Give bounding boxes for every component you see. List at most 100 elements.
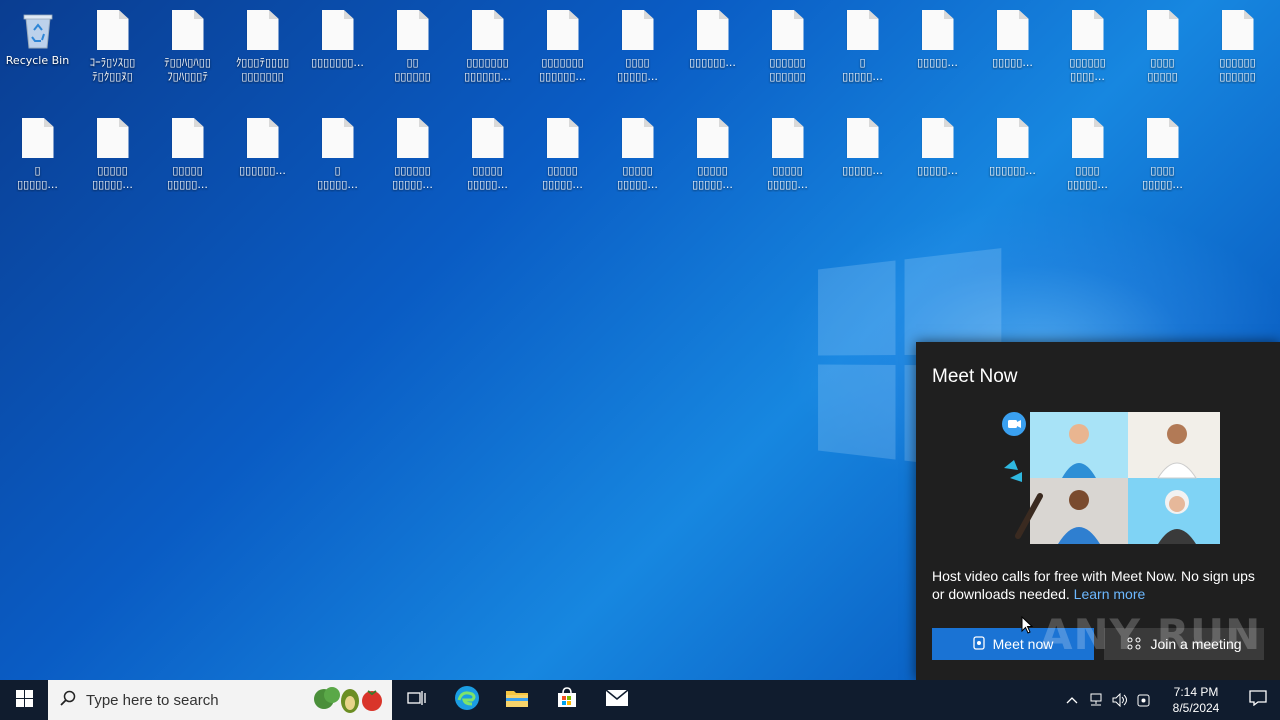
- taskbar-explorer-button[interactable]: [492, 680, 542, 720]
- desktop-file-icon[interactable]: ▯▯▯▯▯▯...: [675, 0, 750, 105]
- document-icon: [996, 10, 1029, 50]
- taskbar-store-button[interactable]: [542, 680, 592, 720]
- document-icon: [846, 118, 879, 158]
- document-icon: [771, 118, 804, 158]
- document-icon: [471, 10, 504, 50]
- desktop-file-icon[interactable]: ｺｰﾗ▯ｿｽ▯▯ ﾃ▯ｸ▯▯ﾇ▯: [75, 0, 150, 105]
- recycle-bin-icon[interactable]: Recycle Bin: [0, 0, 75, 105]
- desktop-file-icon[interactable]: ▯▯▯▯▯▯ ▯▯▯▯▯▯: [1200, 0, 1275, 105]
- desktop-file-icon[interactable]: ▯▯▯▯▯▯▯ ▯▯▯▯▯▯...: [450, 0, 525, 105]
- desktop-file-icon[interactable]: ▯▯▯▯▯▯▯...: [300, 0, 375, 105]
- document-icon: [696, 10, 729, 50]
- desktop-file-label: ▯▯ ▯▯▯▯▯▯: [394, 56, 431, 83]
- desktop-file-label: ▯▯▯▯▯▯ ▯▯▯▯...: [1069, 56, 1106, 83]
- desktop-file-label: ▯▯▯▯ ▯▯▯▯▯...: [1067, 164, 1108, 191]
- desktop-file-icon[interactable]: ▯▯▯▯▯▯ ▯▯▯▯...: [1050, 0, 1125, 105]
- desktop-file-label: ▯ ▯▯▯▯▯...: [17, 164, 58, 191]
- desktop-file-icon[interactable]: ▯ ▯▯▯▯▯...: [825, 0, 900, 105]
- document-icon: [396, 10, 429, 50]
- taskbar-mail-button[interactable]: [592, 680, 642, 720]
- desktop-file-icon[interactable]: ▯▯▯▯▯▯▯ ▯▯▯▯▯▯...: [525, 0, 600, 105]
- desktop-file-icon[interactable]: ▯ ▯▯▯▯▯...: [0, 108, 75, 213]
- desktop-file-icon[interactable]: ▯▯▯▯▯...: [825, 108, 900, 213]
- notification-icon: [1249, 690, 1267, 710]
- desktop-file-icon[interactable]: ▯▯▯▯ ▯▯▯▯▯...: [600, 0, 675, 105]
- desktop-file-icon[interactable]: ▯▯▯▯ ▯▯▯▯▯...: [1125, 108, 1200, 213]
- desktop-file-icon[interactable]: ▯▯▯▯▯ ▯▯▯▯▯...: [600, 108, 675, 213]
- desktop-file-icon[interactable]: ▯▯▯▯▯▯...: [975, 108, 1050, 213]
- desktop-file-icon[interactable]: ﾃ▯▯ﾊ▯ﾊ▯▯ ﾌ▯ﾊ▯▯▯ﾃ: [150, 0, 225, 105]
- desktop-file-label: ▯▯▯▯▯ ▯▯▯▯▯...: [767, 164, 808, 191]
- network-icon[interactable]: [1084, 680, 1108, 720]
- taskbar-clock[interactable]: 7:14 PM 8/5/2024: [1156, 684, 1236, 716]
- meet-now-button[interactable]: Meet now: [932, 628, 1094, 660]
- document-icon: [1146, 10, 1179, 50]
- learn-more-link[interactable]: Learn more: [1074, 586, 1146, 602]
- desktop-file-label: ▯▯▯▯▯...: [917, 164, 958, 177]
- desktop-file-label: ▯▯▯▯ ▯▯▯▯▯: [1147, 56, 1178, 83]
- desktop-file-icon[interactable]: ｸ▯▯▯ﾃ▯▯▯▯ ▯▯▯▯▯▯▯: [225, 0, 300, 105]
- join-meeting-button[interactable]: Join a meeting: [1104, 628, 1264, 660]
- desktop-file-icon[interactable]: ▯▯▯▯ ▯▯▯▯▯...: [1050, 108, 1125, 213]
- desktop-file-icon[interactable]: ▯▯▯▯▯ ▯▯▯▯▯...: [675, 108, 750, 213]
- desktop-file-label: ▯▯▯▯▯▯▯ ▯▯▯▯▯▯...: [539, 56, 586, 83]
- desktop-file-label: ▯▯▯▯▯ ▯▯▯▯▯...: [617, 164, 658, 191]
- join-meeting-button-label: Join a meeting: [1150, 636, 1242, 652]
- desktop-file-label: ▯▯▯▯▯...: [992, 56, 1033, 69]
- document-icon: [96, 118, 129, 158]
- desktop-file-label: ▯ ▯▯▯▯▯...: [842, 56, 883, 83]
- action-center-button[interactable]: [1236, 680, 1280, 720]
- taskbar-edge-button[interactable]: [442, 680, 492, 720]
- document-icon: [396, 118, 429, 158]
- document-icon: [696, 118, 729, 158]
- desktop-file-label: ｸ▯▯▯ﾃ▯▯▯▯ ▯▯▯▯▯▯▯: [235, 56, 290, 83]
- desktop-file-icon[interactable]: ▯▯▯▯▯ ▯▯▯▯▯...: [750, 108, 825, 213]
- desktop-file-label: ▯▯▯▯▯...: [917, 56, 958, 69]
- windows-logo-icon: [15, 689, 33, 711]
- clock-time: 7:14 PM: [1173, 685, 1219, 699]
- document-icon: [546, 118, 579, 158]
- document-icon: [96, 10, 129, 50]
- search-icon: [60, 690, 76, 710]
- task-view-button[interactable]: [392, 680, 442, 720]
- desktop-file-icon[interactable]: ▯▯▯▯▯ ▯▯▯▯▯...: [75, 108, 150, 213]
- desktop-file-label: ▯▯▯▯ ▯▯▯▯▯...: [617, 56, 658, 83]
- chevron-up-icon[interactable]: [1060, 680, 1084, 720]
- desktop-file-icon[interactable]: ▯▯▯▯▯▯ ▯▯▯▯▯▯: [750, 0, 825, 105]
- document-icon: [621, 118, 654, 158]
- desktop-file-icon[interactable]: ▯▯▯▯▯...: [900, 0, 975, 105]
- document-icon: [921, 10, 954, 50]
- meet-now-tray-icon[interactable]: [1132, 680, 1156, 720]
- desktop-file-label: ｺｰﾗ▯ｿｽ▯▯ ﾃ▯ｸ▯▯ﾇ▯: [89, 56, 136, 83]
- edge-icon: [454, 685, 480, 715]
- task-view-icon: [407, 689, 427, 711]
- desktop-file-icon[interactable]: ▯▯▯▯▯▯...: [225, 108, 300, 213]
- desktop-file-icon[interactable]: ▯▯▯▯▯ ▯▯▯▯▯...: [150, 108, 225, 213]
- desktop-file-icon[interactable]: ▯ ▯▯▯▯▯...: [300, 108, 375, 213]
- document-icon: [171, 118, 204, 158]
- document-icon: [1071, 10, 1104, 50]
- document-icon: [621, 10, 654, 50]
- desktop-file-label: ▯ ▯▯▯▯▯...: [317, 164, 358, 191]
- desktop-file-icon[interactable]: ▯▯▯▯▯...: [975, 0, 1050, 105]
- desktop-file-icon[interactable]: ▯▯▯▯▯ ▯▯▯▯▯...: [525, 108, 600, 213]
- desktop-file-label: ▯▯▯▯▯▯ ▯▯▯▯▯▯: [769, 56, 806, 83]
- desktop-file-label: ▯▯▯▯▯▯...: [239, 164, 286, 177]
- desktop-file-icon[interactable]: ▯▯ ▯▯▯▯▯▯: [375, 0, 450, 105]
- search-highlight-icon: [312, 685, 386, 715]
- search-placeholder: Type here to search: [86, 691, 219, 709]
- desktop-file-icon[interactable]: ▯▯▯▯▯ ▯▯▯▯▯...: [450, 108, 525, 213]
- taskbar-search-box[interactable]: Type here to search: [48, 680, 392, 720]
- meet-now-flyout: Meet Now Host video calls for free with …: [916, 342, 1280, 680]
- volume-icon[interactable]: [1108, 680, 1132, 720]
- document-icon: [321, 118, 354, 158]
- mail-icon: [605, 689, 629, 711]
- desktop-file-icon[interactable]: ▯▯▯▯▯...: [900, 108, 975, 213]
- document-icon: [996, 118, 1029, 158]
- desktop-file-label: ▯▯▯▯▯▯ ▯▯▯▯▯...: [392, 164, 433, 191]
- desktop-file-icon[interactable]: ▯▯▯▯▯▯ ▯▯▯▯▯...: [375, 108, 450, 213]
- desktop-file-label: ▯▯▯▯▯▯▯ ▯▯▯▯▯▯...: [464, 56, 511, 83]
- desktop-file-icon[interactable]: ▯▯▯▯ ▯▯▯▯▯: [1125, 0, 1200, 105]
- join-meeting-icon: [1126, 636, 1142, 653]
- start-button[interactable]: [0, 680, 48, 720]
